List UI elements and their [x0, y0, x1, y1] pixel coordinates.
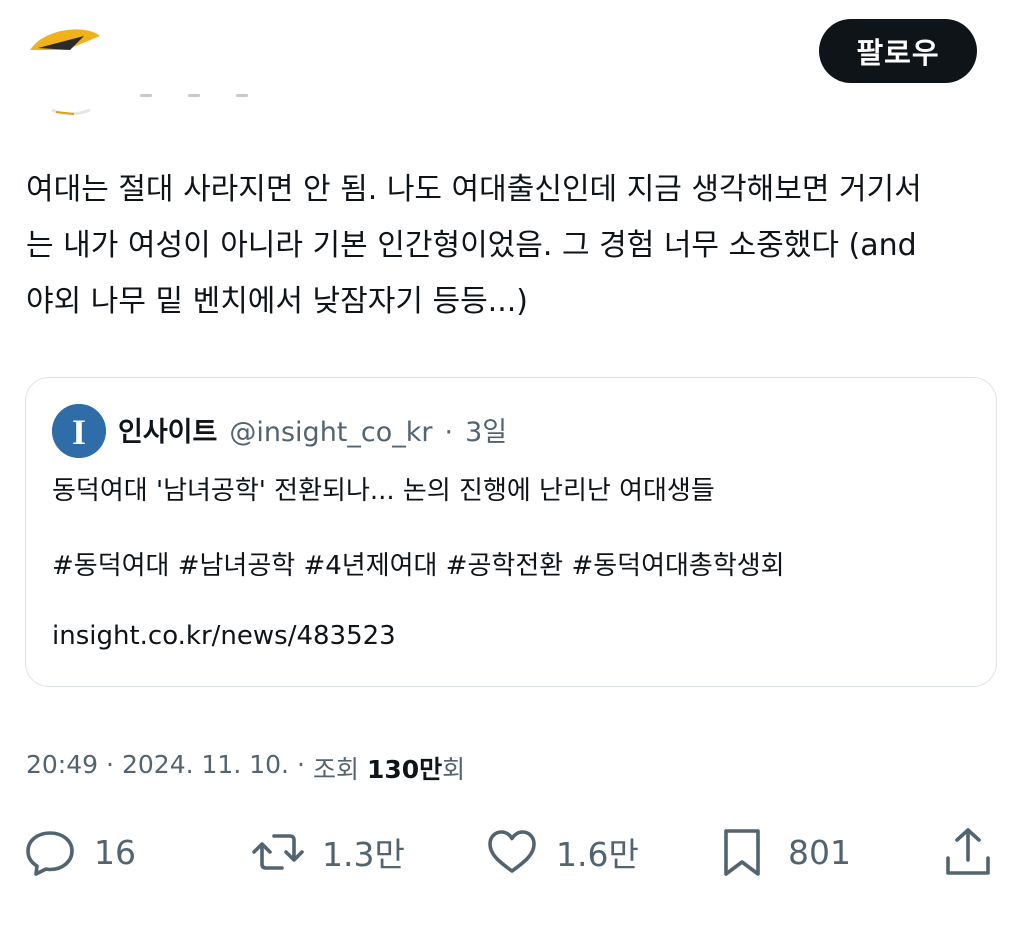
- views-count[interactable]: 130만: [367, 750, 442, 786]
- quote-author-handle[interactable]: @insight_co_kr: [229, 417, 432, 448]
- meta-separator: ·: [106, 750, 114, 779]
- share-button[interactable]: [940, 822, 996, 882]
- like-count: 1.6만: [556, 835, 639, 874]
- reply-button[interactable]: 16: [22, 822, 136, 882]
- quote-separator: ·: [444, 417, 454, 448]
- reply-icon: [26, 831, 74, 876]
- quote-title: 동덕여대 '남녀공학' 전환되나... 논의 진행에 난리난 여대생들: [52, 476, 715, 506]
- bookmark-count: 801: [788, 832, 851, 872]
- reply-count: 16: [94, 832, 136, 872]
- heart-icon: [488, 830, 536, 873]
- views-label: 조회: [312, 755, 359, 784]
- tweet-time[interactable]: 20:49: [26, 750, 98, 786]
- meta-separator: ·: [296, 750, 305, 779]
- quote-link[interactable]: insight.co.kr/news/483523: [52, 621, 396, 651]
- avatar[interactable]: [26, 26, 102, 122]
- tweet-meta: 20:49 · 2024. 11. 10. · 조회 130만 회: [26, 750, 465, 786]
- tweet-text: 여대는 절대 사라지면 안 됨. 나도 여대출신인데 지금 생각해보면 거기서 …: [26, 172, 922, 319]
- retweet-button[interactable]: 1.3만: [250, 822, 405, 882]
- retweet-count: 1.3만: [322, 835, 405, 874]
- author-handle-redacted: [140, 94, 248, 97]
- tweet-date[interactable]: 2024. 11. 10.: [122, 750, 289, 786]
- quote-avatar[interactable]: I: [52, 404, 106, 458]
- bookmark-button[interactable]: 801: [716, 822, 851, 882]
- quote-timestamp[interactable]: 3일: [465, 410, 507, 449]
- bookmark-icon: [724, 829, 760, 876]
- like-button[interactable]: 1.6만: [484, 822, 639, 882]
- quote-hashtags[interactable]: #동덕여대 #남녀공학 #4년제여대 #공학전환 #동덕여대총학생회: [52, 545, 785, 582]
- views-unit: 회: [442, 755, 466, 784]
- follow-button[interactable]: 팔로우: [819, 19, 977, 83]
- quote-author-name[interactable]: 인사이트: [118, 410, 217, 449]
- quote-avatar-letter: I: [72, 412, 86, 452]
- quote-header: 인사이트 @insight_co_kr · 3일: [118, 410, 507, 449]
- quoted-tweet-card[interactable]: I 인사이트 @insight_co_kr · 3일 동덕여대 '남녀공학' 전…: [25, 377, 997, 687]
- retweet-icon: [252, 834, 304, 870]
- share-icon: [946, 828, 990, 875]
